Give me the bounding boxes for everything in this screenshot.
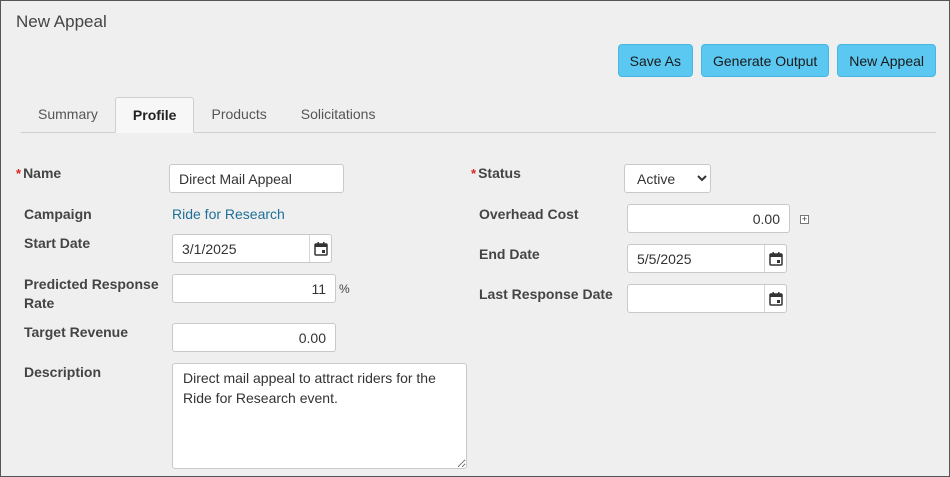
- last-response-date-picker: [627, 284, 787, 313]
- last-response-date-field[interactable]: [628, 285, 764, 312]
- calendar-icon[interactable]: [764, 285, 786, 312]
- required-marker: *: [471, 166, 477, 181]
- end-date-label: End Date: [479, 246, 540, 262]
- start-date-label: Start Date: [24, 235, 91, 251]
- status-label: * Status: [471, 165, 521, 181]
- tab-products[interactable]: Products: [194, 97, 283, 132]
- calendar-icon[interactable]: [764, 245, 786, 272]
- required-marker: *: [16, 166, 22, 181]
- name-field[interactable]: [169, 164, 344, 193]
- target-revenue-label: Target Revenue: [24, 324, 128, 340]
- tab-summary[interactable]: Summary: [21, 97, 115, 132]
- name-label: * Name: [16, 165, 62, 181]
- overhead-cost-label: Overhead Cost: [479, 206, 579, 222]
- description-label: Description: [24, 364, 102, 380]
- target-revenue-field[interactable]: [172, 323, 336, 352]
- status-select[interactable]: Active: [624, 164, 711, 193]
- percent-unit: %: [339, 282, 350, 296]
- action-bar: Save As Generate Output New Appeal: [617, 44, 936, 77]
- appeal-window: New Appeal Save As Generate Output New A…: [0, 0, 950, 477]
- predicted-response-rate-field[interactable]: [172, 274, 336, 303]
- overhead-cost-field[interactable]: [627, 204, 790, 233]
- generate-output-button[interactable]: Generate Output: [700, 44, 830, 77]
- save-as-button[interactable]: Save As: [617, 44, 693, 77]
- campaign-label: Campaign: [24, 206, 92, 222]
- last-response-date-label: Last Response Date: [479, 286, 613, 302]
- tab-solicitations[interactable]: Solicitations: [284, 97, 393, 132]
- end-date-field[interactable]: [628, 245, 764, 272]
- description-field[interactable]: [172, 363, 467, 469]
- campaign-link[interactable]: Ride for Research: [172, 206, 285, 222]
- new-appeal-button[interactable]: New Appeal: [837, 44, 936, 77]
- page-title: New Appeal: [16, 12, 107, 31]
- tab-profile[interactable]: Profile: [114, 97, 195, 133]
- calendar-icon[interactable]: [309, 235, 331, 262]
- start-date-picker: [172, 234, 332, 263]
- predicted-response-rate-label: Predicted Response Rate: [24, 276, 159, 311]
- start-date-field[interactable]: [173, 235, 309, 262]
- end-date-picker: [627, 244, 787, 273]
- expand-icon[interactable]: +: [800, 215, 809, 224]
- tab-bar: Summary Profile Products Solicitations: [21, 97, 936, 133]
